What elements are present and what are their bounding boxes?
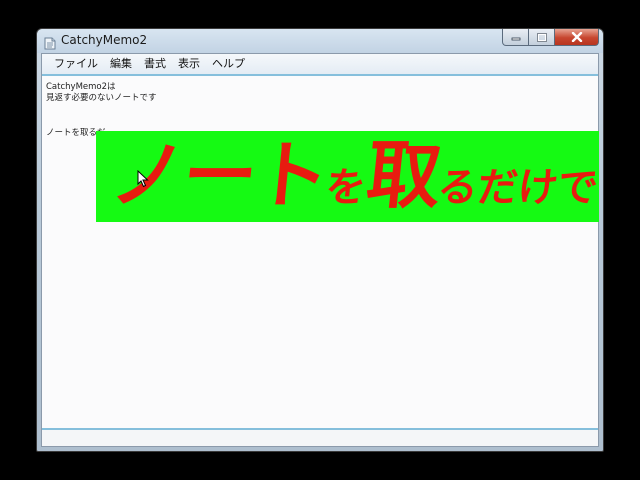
maximize-icon: [536, 32, 547, 42]
close-button[interactable]: [555, 29, 599, 46]
window-title: CatchyMemo2: [61, 33, 148, 47]
maximize-button[interactable]: [529, 29, 555, 46]
notepad-icon: [44, 35, 56, 50]
caption-part: 取: [362, 133, 444, 219]
menu-view[interactable]: 表示: [172, 54, 206, 74]
client-area: ファイル 編集 書式 表示 ヘルプ CatchyMemo2は 見返す必要のないノ…: [41, 53, 599, 447]
status-bar: [42, 428, 598, 446]
caption-text: ノートを取るだけで: [104, 131, 599, 222]
close-icon: [571, 32, 583, 42]
memo-text-area[interactable]: CatchyMemo2は 見返す必要のないノートです ノートを取るだ: [42, 76, 598, 428]
screen: CatchyMemo2 ファイル 編集 書式 表示 ヘルプ CatchyMemo…: [0, 0, 640, 480]
menu-edit[interactable]: 編集: [104, 54, 138, 74]
menu-file[interactable]: ファイル: [48, 54, 104, 74]
caption-buttons: [502, 29, 599, 47]
memo-line: 見返す必要のないノートです: [46, 93, 157, 103]
menu-format[interactable]: 書式: [138, 54, 172, 74]
minimize-button[interactable]: [502, 29, 529, 46]
caption-overlay: ノートを取るだけで: [96, 131, 599, 222]
caption-part: るだけで: [435, 165, 599, 211]
menu-help[interactable]: ヘルプ: [206, 54, 251, 74]
app-window: CatchyMemo2 ファイル 編集 書式 表示 ヘルプ CatchyMemo…: [36, 28, 604, 452]
title-bar[interactable]: CatchyMemo2: [37, 29, 603, 53]
caption-part: を: [323, 165, 369, 211]
menu-bar: ファイル 編集 書式 表示 ヘルプ: [42, 54, 598, 76]
arrow-cursor-icon: [137, 169, 149, 188]
minimize-icon: [511, 33, 521, 41]
